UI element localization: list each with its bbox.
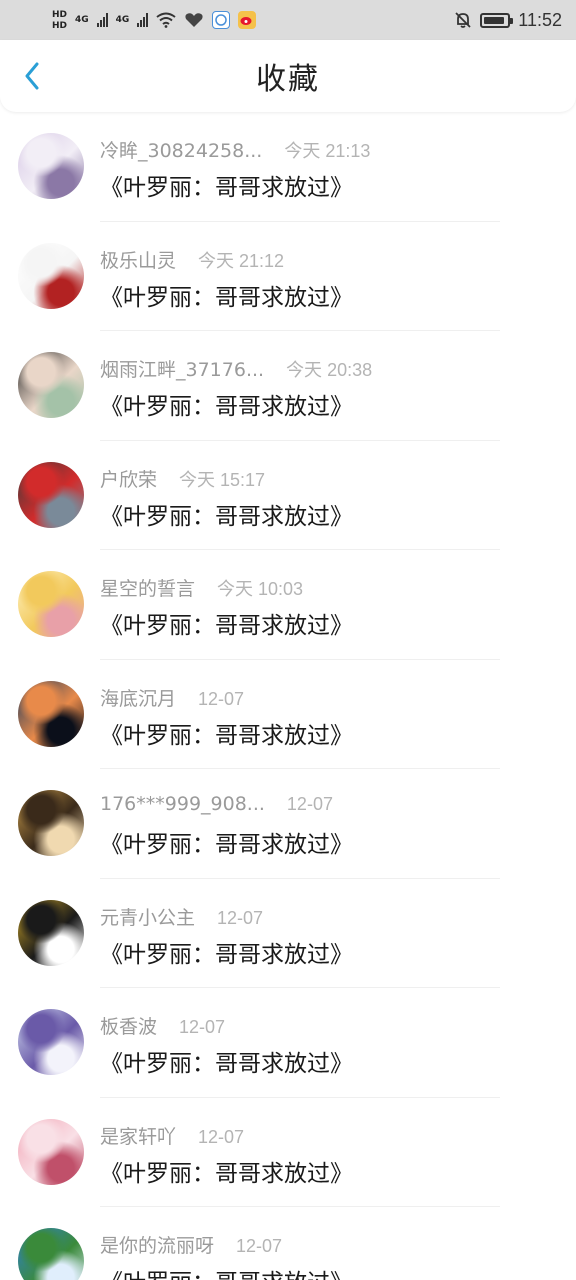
user-avatar[interactable] [18, 1228, 84, 1280]
username[interactable]: 是你的流丽呀 [100, 1231, 214, 1258]
favorite-list-item[interactable]: 板香波 12-07 《叶罗丽：哥哥求放过》 [0, 988, 576, 1098]
username[interactable]: 板香波 [100, 1012, 157, 1039]
favorite-content[interactable]: 《叶罗丽：哥哥求放过》 [100, 168, 353, 202]
username[interactable]: 元青小公主 [100, 903, 195, 930]
item-meta: 海底沉月 12-07 [100, 684, 244, 711]
favorite-list-item[interactable]: 极乐山灵 今天 21:12 《叶罗丽：哥哥求放过》 [0, 222, 576, 331]
favorite-list-item[interactable]: 海底沉月 12-07 《叶罗丽：哥哥求放过》 [0, 660, 576, 769]
favorite-content[interactable]: 《叶罗丽：哥哥求放过》 [100, 387, 353, 421]
status-left: HD HD 4G 4G [52, 10, 257, 31]
timestamp: 今天 20:38 [286, 360, 373, 380]
timestamp: 今天 21:12 [198, 250, 285, 271]
timestamp: 今天 10:03 [217, 579, 304, 599]
item-meta: 是家轩吖 12-07 [100, 1122, 244, 1149]
mute-icon [455, 12, 471, 28]
item-meta: 冷眸_30824258... 今天 21:13 [100, 136, 370, 163]
user-avatar[interactable] [18, 571, 84, 637]
timestamp: 今天 15:17 [179, 469, 266, 490]
favorite-content[interactable]: 《叶罗丽：哥哥求放过》 [100, 497, 353, 531]
username[interactable]: 是家轩吖 [100, 1122, 176, 1149]
weibo-icon [238, 11, 257, 29]
user-avatar[interactable] [18, 790, 84, 856]
username[interactable]: 176***999_908... [100, 793, 265, 815]
item-meta: 烟雨江畔_37176... 今天 20:38 [100, 355, 372, 382]
network-type: 4G [75, 15, 89, 25]
username[interactable]: 极乐山灵 [100, 246, 176, 273]
favorite-list-item[interactable]: 烟雨江畔_37176... 今天 20:38 《叶罗丽：哥哥求放过》 [0, 331, 576, 441]
favorite-list-item[interactable]: 是你的流丽呀 12-07 《叶罗丽：哥哥求放过》 [0, 1207, 576, 1280]
username[interactable]: 星空的誓言 [100, 574, 195, 601]
wifi-icon [156, 12, 176, 28]
username[interactable]: 海底沉月 [100, 684, 176, 711]
timestamp: 12-07 [236, 1236, 283, 1256]
timestamp: 今天 21:13 [284, 141, 371, 161]
favorite-content[interactable]: 《叶罗丽：哥哥求放过》 [100, 278, 353, 312]
favorite-list-item[interactable]: 元青小公主 12-07 《叶罗丽：哥哥求放过》 [0, 879, 576, 988]
timestamp: 12-07 [198, 1126, 245, 1147]
favorite-list-item[interactable]: 星空的誓言 今天 10:03 《叶罗丽：哥哥求放过》 [0, 550, 576, 660]
item-meta: 板香波 12-07 [100, 1012, 225, 1039]
favorite-list-item[interactable]: 是家轩吖 12-07 《叶罗丽：哥哥求放过》 [0, 1098, 576, 1207]
timestamp: 12-07 [217, 907, 264, 928]
user-avatar[interactable] [18, 352, 84, 418]
battery-fill [484, 16, 505, 24]
favorite-list-item[interactable]: 户欣荣 今天 15:17 《叶罗丽：哥哥求放过》 [0, 441, 576, 550]
user-avatar[interactable] [18, 461, 84, 528]
user-avatar[interactable] [18, 899, 84, 966]
item-meta: 极乐山灵 今天 21:12 [100, 246, 284, 273]
chat-app-icon [212, 11, 231, 29]
hd-label: HD [52, 9, 68, 20]
favorite-content[interactable]: 《叶罗丽：哥哥求放过》 [100, 716, 353, 750]
heart-app-icon [185, 13, 203, 27]
timestamp: 12-07 [179, 1017, 226, 1037]
favorite-content[interactable]: 《叶罗丽：哥哥求放过》 [100, 1263, 353, 1280]
back-button[interactable] [18, 62, 46, 90]
username[interactable]: 冷眸_30824258... [100, 136, 262, 163]
timestamp: 12-07 [286, 794, 333, 814]
favorite-content[interactable]: 《叶罗丽：哥哥求放过》 [100, 935, 353, 969]
timestamp: 12-07 [198, 688, 245, 709]
signal-icon [96, 13, 108, 27]
item-meta: 户欣荣 今天 15:17 [100, 465, 265, 492]
username[interactable]: 户欣荣 [100, 465, 157, 492]
status-right: 11:52 [454, 10, 562, 31]
user-avatar[interactable] [18, 1009, 84, 1075]
network-label: 4G [75, 15, 89, 25]
user-avatar[interactable] [18, 1118, 84, 1185]
user-avatar[interactable] [18, 680, 84, 747]
battery-icon [480, 12, 514, 28]
chevron-left-icon [25, 62, 39, 90]
hd-label: HD [52, 20, 68, 31]
username[interactable]: 烟雨江畔_37176... [100, 355, 264, 382]
favorite-content[interactable]: 《叶罗丽：哥哥求放过》 [100, 606, 353, 640]
item-meta: 星空的誓言 今天 10:03 [100, 574, 303, 601]
item-meta: 是你的流丽呀 12-07 [100, 1231, 282, 1258]
favorite-list-item[interactable]: 冷眸_30824258... 今天 21:13 《叶罗丽：哥哥求放过》 [0, 112, 576, 222]
item-meta: 176***999_908... 12-07 [100, 793, 333, 815]
favorite-list-item[interactable]: 176***999_908... 12-07 《叶罗丽：哥哥求放过》 [0, 769, 576, 879]
favorites-list: 冷眸_30824258... 今天 21:13 《叶罗丽：哥哥求放过》 极乐山灵 今天 … [0, 112, 576, 1280]
favorite-content[interactable]: 《叶罗丽：哥哥求放过》 [100, 1154, 353, 1188]
network-type: 4G [116, 15, 130, 25]
clock: 11:52 [518, 9, 562, 30]
hd-icon: HD HD [52, 10, 67, 31]
user-avatar[interactable] [18, 242, 84, 309]
item-meta: 元青小公主 12-07 [100, 903, 263, 930]
status-bar: HD HD 4G 4G 11:52 [0, 0, 576, 40]
page-title: 收藏 [256, 62, 320, 97]
favorite-content[interactable]: 《叶罗丽：哥哥求放过》 [100, 825, 353, 859]
nav-bar: 收藏 [0, 40, 576, 112]
network-label: 4G [115, 15, 130, 25]
favorite-content[interactable]: 《叶罗丽：哥哥求放过》 [100, 1044, 353, 1078]
signal-icon [137, 13, 149, 27]
user-avatar[interactable] [18, 133, 84, 199]
